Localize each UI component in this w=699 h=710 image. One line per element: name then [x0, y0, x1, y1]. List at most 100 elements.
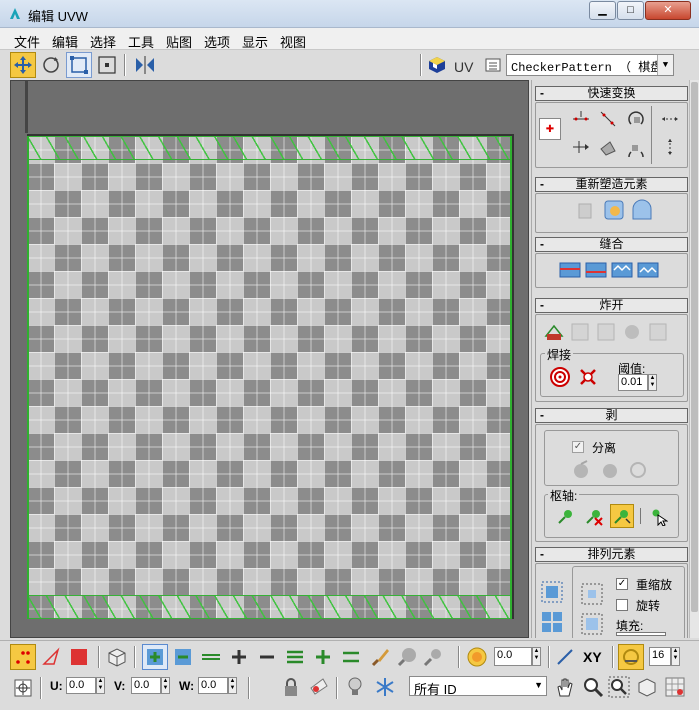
break-button[interactable] [542, 320, 566, 344]
menu-edit[interactable]: 编辑 [52, 32, 78, 51]
relax-button[interactable] [602, 198, 626, 222]
rescale-elements-button[interactable] [580, 612, 604, 636]
element-mode-button[interactable] [104, 644, 130, 670]
menu-tools[interactable]: 工具 [128, 32, 154, 51]
rotate-checkbox[interactable] [616, 599, 628, 611]
grid-snap-button[interactable] [618, 644, 644, 670]
scale-tool-button[interactable] [66, 52, 92, 78]
explode-header[interactable]: - 炸开 [535, 298, 688, 313]
pack-together-button[interactable] [540, 610, 564, 634]
v-spinner[interactable]: ▲ ▼ [161, 677, 170, 694]
weld-all-button[interactable] [576, 365, 600, 389]
texture-select[interactable]: CheckerPattern （ 棋盘 ▼ [506, 54, 674, 76]
menu-file[interactable]: 文件 [14, 32, 40, 51]
straighten-button[interactable] [596, 135, 620, 159]
freeze-button[interactable] [372, 674, 398, 700]
snap-toggle-button[interactable] [662, 674, 688, 700]
material-id-filter[interactable]: 所有 ID ▼ [409, 676, 547, 697]
threshold-spinner[interactable]: ▲ ▼ [648, 374, 657, 391]
peel-header[interactable]: -剥 [535, 408, 688, 423]
menu-select[interactable]: 选择 [90, 32, 116, 51]
shrink-selection-button[interactable] [170, 644, 196, 670]
select-pins-button[interactable] [646, 504, 670, 528]
explode-sphere-button[interactable] [620, 320, 644, 344]
padding-slider[interactable] [616, 632, 666, 636]
zoom-region-button[interactable] [606, 674, 632, 700]
soft-selection-input[interactable]: 0.0 [494, 647, 532, 666]
v-input[interactable]: 0.0 [131, 677, 161, 694]
align-diagonal-button[interactable] [596, 107, 620, 131]
ring-button[interactable] [282, 644, 308, 670]
pelt-map-button[interactable] [598, 458, 622, 482]
shrink-ring-button[interactable] [338, 644, 364, 670]
minimize-button[interactable]: ▁ [589, 1, 616, 20]
detach-checkbox[interactable]: ✓ [572, 441, 584, 453]
pack-custom-button[interactable] [580, 582, 604, 606]
edge-mode-button[interactable] [38, 644, 64, 670]
mirror-tool-button[interactable] [132, 52, 158, 78]
align-vertical-button[interactable] [569, 135, 593, 159]
uv-options-button[interactable] [480, 52, 506, 78]
shrink-brush-button[interactable] [420, 644, 446, 670]
reshape-header[interactable]: - 重新塑造元素 [535, 177, 688, 192]
close-button[interactable]: ✕ [645, 1, 691, 20]
u-input[interactable]: 0.0 [66, 677, 96, 694]
absolute-mode-button[interactable] [10, 675, 36, 701]
reset-peel-button[interactable] [626, 458, 650, 482]
hide-button[interactable] [306, 674, 332, 700]
paint-select-button[interactable] [368, 644, 394, 670]
rotate-minus-90-button[interactable] [624, 135, 648, 159]
set-pivot-button[interactable]: ✚ [539, 118, 561, 140]
menu-mapping[interactable]: 贴图 [166, 32, 192, 51]
explode-to-groups-button[interactable] [646, 320, 670, 344]
menu-display[interactable]: 显示 [242, 32, 268, 51]
falloff-space-label[interactable]: XY [583, 649, 602, 665]
lock-selection-button[interactable] [278, 674, 304, 700]
grow-loop-button[interactable] [226, 644, 252, 670]
explode-to-material-button[interactable] [594, 320, 618, 344]
stitch-to-target-button[interactable] [558, 258, 582, 282]
falloff-type-button[interactable] [552, 644, 578, 670]
threshold-input[interactable]: 0.01 [618, 374, 648, 391]
quick-transform-header[interactable]: - 快速变换 [535, 86, 688, 101]
stitch-custom-button[interactable] [636, 258, 660, 282]
grid-size-input[interactable]: 16 [649, 647, 671, 666]
grid-size-spinner[interactable]: ▲ ▼ [671, 647, 680, 666]
pan-button[interactable] [552, 674, 578, 700]
grow-ring-button[interactable] [310, 644, 336, 670]
zoom-button[interactable] [580, 674, 606, 700]
quick-peel-button[interactable] [570, 458, 594, 482]
stitch-average-button[interactable] [610, 258, 634, 282]
weld-selected-button[interactable] [548, 365, 572, 389]
explode-to-smoothing-button[interactable] [568, 320, 592, 344]
straighten-selection-button[interactable] [574, 198, 598, 222]
show-button[interactable] [342, 674, 368, 700]
texture-preview-button[interactable] [424, 52, 450, 78]
u-spinner[interactable]: ▲ ▼ [96, 677, 105, 694]
pack-normalize-button[interactable] [540, 580, 564, 604]
menu-view[interactable]: 视图 [280, 32, 306, 51]
unpin-button[interactable] [582, 504, 606, 528]
soft-selection-spinner[interactable]: ▲ ▼ [532, 647, 541, 666]
rescale-checkbox[interactable]: ✓ [616, 578, 628, 590]
zoom-extents-button[interactable] [634, 674, 660, 700]
loop-button[interactable] [198, 644, 224, 670]
enlarge-brush-button[interactable] [394, 644, 420, 670]
stitch-header[interactable]: - 缝合 [535, 237, 688, 252]
uv-viewport[interactable] [10, 80, 529, 638]
space-vertical-button[interactable] [658, 135, 682, 159]
maximize-button[interactable]: □ [617, 1, 644, 20]
stitch-to-source-button[interactable] [584, 258, 608, 282]
space-horizontal-button[interactable] [658, 107, 682, 131]
move-tool-button[interactable] [10, 52, 36, 78]
align-horizontal-button[interactable] [569, 107, 593, 131]
menu-options[interactable]: 选项 [204, 32, 230, 51]
vertex-mode-button[interactable] [10, 644, 36, 670]
rotate-plus-90-button[interactable] [624, 107, 648, 131]
flatten-button[interactable] [630, 198, 654, 222]
pin-button[interactable] [554, 504, 578, 528]
polygon-mode-button[interactable] [66, 644, 92, 670]
w-spinner[interactable]: ▲ ▼ [228, 677, 237, 694]
grow-selection-button[interactable] [142, 644, 168, 670]
arrange-header[interactable]: - 排列元素 [535, 547, 688, 562]
